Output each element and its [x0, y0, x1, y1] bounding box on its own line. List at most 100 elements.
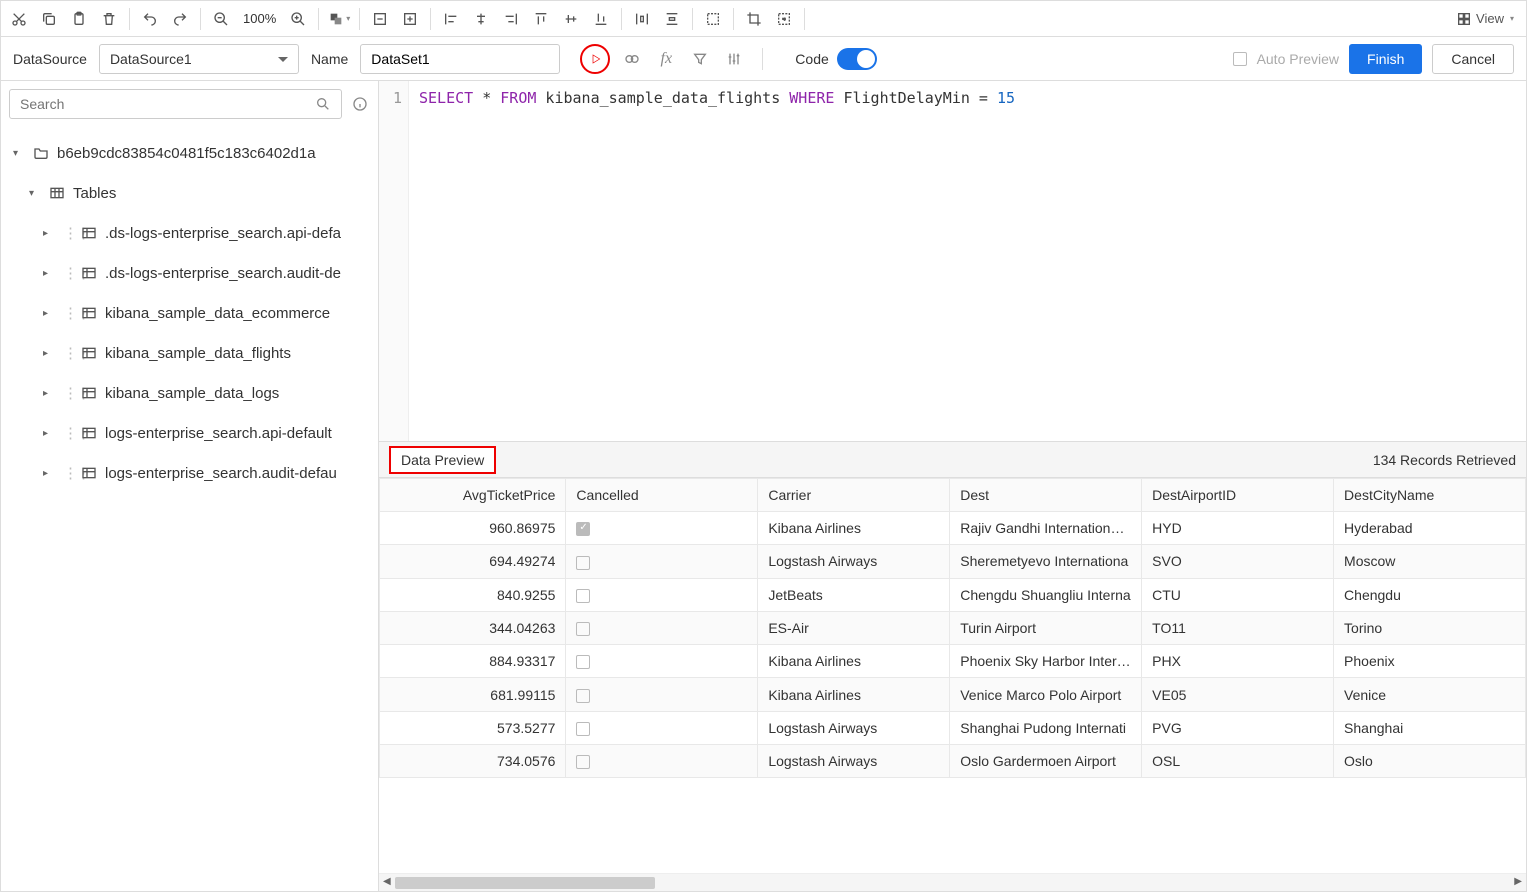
tree-item-label: kibana_sample_data_logs [105, 385, 279, 402]
align-center-h-icon[interactable] [467, 5, 495, 33]
copy-icon[interactable] [35, 5, 63, 33]
tree-table-item[interactable]: ▸⋮⋮logs-enterprise_search.audit-defau [1, 453, 378, 493]
cancel-button[interactable]: Cancel [1432, 44, 1514, 74]
preview-tab[interactable]: Data Preview [389, 446, 496, 474]
auto-preview-checkbox[interactable] [1233, 52, 1247, 66]
cell-destcityname: Hyderabad [1334, 512, 1526, 545]
paste-icon[interactable] [65, 5, 93, 33]
sliders-icon[interactable] [722, 47, 746, 71]
cell-dest: Shanghai Pudong Internati [950, 711, 1142, 744]
table-row[interactable]: 734.0576Logstash AirwaysOslo Gardermoen … [380, 745, 1526, 778]
table-row[interactable]: 344.04263ES-AirTurin AirportTO11Torino [380, 611, 1526, 644]
code-toggle[interactable] [837, 48, 877, 70]
table-row[interactable]: 840.9255JetBeatsChengdu Shuangliu Intern… [380, 578, 1526, 611]
table-row[interactable]: 573.5277Logstash AirwaysShanghai Pudong … [380, 711, 1526, 744]
distribute-h-icon[interactable] [628, 5, 656, 33]
cell-dest: Sheremetyevo Internationa [950, 545, 1142, 578]
tree-root[interactable]: ▾ b6eb9cdc83854c0481f5c183c6402d1a [1, 133, 378, 173]
cell-carrier: Kibana Airlines [758, 678, 950, 711]
stop-icon[interactable] [620, 47, 644, 71]
table-row[interactable]: 681.99115Kibana AirlinesVenice Marco Pol… [380, 678, 1526, 711]
horizontal-scrollbar[interactable]: ◀ ▶ [379, 873, 1526, 891]
code-body[interactable]: SELECT * FROM kibana_sample_data_flights… [409, 81, 1025, 441]
finish-button[interactable]: Finish [1349, 44, 1422, 74]
tree-table-item[interactable]: ▸⋮⋮kibana_sample_data_ecommerce [1, 293, 378, 333]
zoom-out-icon[interactable] [207, 5, 235, 33]
run-query-icon[interactable] [580, 44, 610, 74]
table-icon [81, 385, 97, 401]
info-icon[interactable] [350, 94, 370, 114]
tree-item-label: logs-enterprise_search.api-default [105, 425, 332, 442]
zoom-value[interactable]: 100% [237, 11, 282, 26]
layer-dropdown-icon[interactable]: ▾ [325, 5, 353, 33]
cell-carrier: ES-Air [758, 611, 950, 644]
cell-destairportid: SVO [1142, 545, 1334, 578]
column-header[interactable]: AvgTicketPrice [380, 479, 566, 512]
name-input[interactable] [360, 44, 560, 74]
cell-dest: Rajiv Gandhi International A [950, 512, 1142, 545]
column-header[interactable]: Dest [950, 479, 1142, 512]
tree-tables[interactable]: ▾ Tables [1, 173, 378, 213]
select-icon[interactable] [699, 5, 727, 33]
scroll-thumb[interactable] [395, 877, 655, 889]
fx-icon[interactable]: fx [654, 47, 678, 71]
tree-table-item[interactable]: ▸⋮⋮.ds-logs-enterprise_search.audit-de [1, 253, 378, 293]
send-back-icon[interactable] [366, 5, 394, 33]
grip-icon: ⋮⋮ [63, 344, 73, 362]
align-middle-v-icon[interactable] [557, 5, 585, 33]
filter-icon[interactable] [688, 47, 712, 71]
view-dropdown[interactable]: View ▾ [1448, 11, 1522, 27]
cell-destairportid: TO11 [1142, 611, 1334, 644]
cell-price: 884.93317 [380, 645, 566, 678]
table-icon [81, 225, 97, 241]
frame-icon[interactable] [770, 5, 798, 33]
table-row[interactable]: 694.49274Logstash AirwaysSheremetyevo In… [380, 545, 1526, 578]
cut-icon[interactable] [5, 5, 33, 33]
checkbox-icon [576, 589, 590, 603]
cell-destcityname: Chengdu [1334, 578, 1526, 611]
column-header[interactable]: DestAirportID [1142, 479, 1334, 512]
checkbox-icon [576, 689, 590, 703]
chevron-down-icon: ▾ [29, 188, 41, 199]
cell-dest: Oslo Gardermoen Airport [950, 745, 1142, 778]
align-right-icon[interactable] [497, 5, 525, 33]
cell-destcityname: Phoenix [1334, 645, 1526, 678]
delete-icon[interactable] [95, 5, 123, 33]
column-header[interactable]: DestCityName [1334, 479, 1526, 512]
search-input[interactable] [20, 96, 315, 112]
cell-cancelled [566, 711, 758, 744]
align-top-icon[interactable] [527, 5, 555, 33]
dataset-toolbar: DataSource DataSource1 Name fx Code Auto… [1, 37, 1526, 81]
align-left-icon[interactable] [437, 5, 465, 33]
datasource-select[interactable]: DataSource1 [99, 44, 299, 74]
column-header[interactable]: Carrier [758, 479, 950, 512]
search-box[interactable] [9, 89, 342, 119]
data-table: AvgTicketPriceCancelledCarrierDestDestAi… [379, 478, 1526, 778]
cell-price: 694.49274 [380, 545, 566, 578]
chevron-right-icon: ▸ [43, 348, 55, 359]
cell-destairportid: PVG [1142, 711, 1334, 744]
tree-table-item[interactable]: ▸⋮⋮.ds-logs-enterprise_search.api-defa [1, 213, 378, 253]
distribute-v-icon[interactable] [658, 5, 686, 33]
table-row[interactable]: 884.93317Kibana AirlinesPhoenix Sky Harb… [380, 645, 1526, 678]
cell-destairportid: HYD [1142, 512, 1334, 545]
undo-icon[interactable] [136, 5, 164, 33]
zoom-in-icon[interactable] [284, 5, 312, 33]
bring-front-icon[interactable] [396, 5, 424, 33]
cell-cancelled [566, 745, 758, 778]
scroll-right-icon[interactable]: ▶ [1514, 876, 1522, 887]
checkbox-icon [576, 722, 590, 736]
scroll-left-icon[interactable]: ◀ [383, 876, 391, 887]
tree-table-item[interactable]: ▸⋮⋮kibana_sample_data_logs [1, 373, 378, 413]
sql-editor[interactable]: 1 SELECT * FROM kibana_sample_data_fligh… [379, 81, 1526, 441]
crop-icon[interactable] [740, 5, 768, 33]
tree-table-item[interactable]: ▸⋮⋮kibana_sample_data_flights [1, 333, 378, 373]
records-retrieved: 134 Records Retrieved [1373, 452, 1516, 468]
redo-icon[interactable] [166, 5, 194, 33]
tree-item-label: logs-enterprise_search.audit-defau [105, 465, 337, 482]
table-row[interactable]: 960.86975Kibana AirlinesRajiv Gandhi Int… [380, 512, 1526, 545]
align-bottom-icon[interactable] [587, 5, 615, 33]
tree-table-item[interactable]: ▸⋮⋮logs-enterprise_search.api-default [1, 413, 378, 453]
table-icon [81, 305, 97, 321]
column-header[interactable]: Cancelled [566, 479, 758, 512]
